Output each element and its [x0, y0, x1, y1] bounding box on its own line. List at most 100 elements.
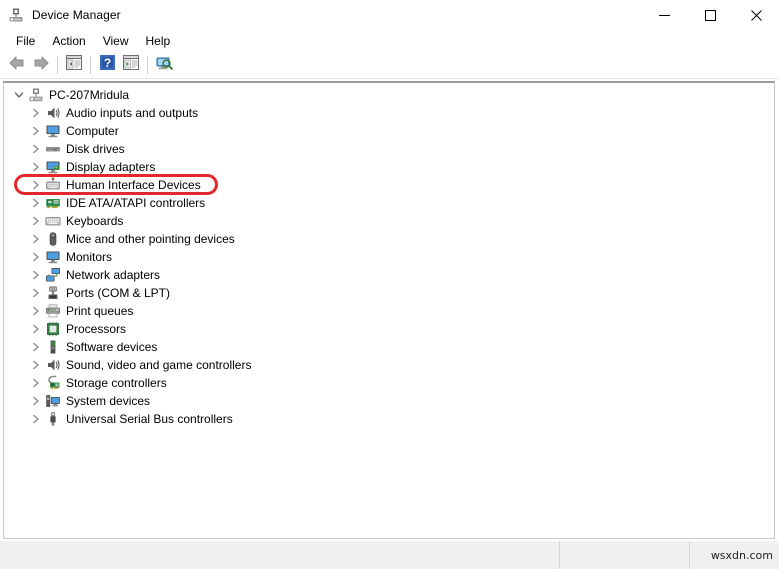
toolbar-separator-2: [90, 56, 91, 74]
chevron-right-icon[interactable]: [29, 393, 43, 409]
question-mark-icon: ?: [99, 55, 115, 75]
chevron-right-icon[interactable]: [29, 159, 43, 175]
menu-file[interactable]: File: [8, 31, 44, 51]
display-adapter-icon: [45, 159, 61, 175]
menu-action[interactable]: Action: [44, 31, 94, 51]
tree-item-label: Disk drives: [66, 142, 125, 156]
storage-controller-icon: [45, 375, 61, 391]
chevron-right-icon[interactable]: [29, 375, 43, 391]
chevron-right-icon[interactable]: [29, 285, 43, 301]
forward-button[interactable]: [29, 54, 53, 76]
ide-controller-icon: [45, 195, 61, 211]
tree-root-node[interactable]: PC-207Mridula: [4, 86, 774, 104]
toolbar-separator-1: [57, 56, 58, 74]
computer-icon: [28, 87, 44, 103]
menu-bar: File Action View Help: [0, 30, 779, 52]
chevron-right-icon[interactable]: [29, 105, 43, 121]
chevron-right-icon[interactable]: [29, 321, 43, 337]
close-button[interactable]: [733, 0, 779, 30]
toolbar: ?: [0, 52, 779, 79]
tree-item-label: Network adapters: [66, 268, 161, 282]
tree-item-processors[interactable]: Processors: [4, 320, 774, 338]
tree-item-system-devices[interactable]: System devices: [4, 392, 774, 410]
tree-root-label: PC-207Mridula: [49, 88, 130, 102]
tree-item-ide-ata-atapi-controllers[interactable]: IDE ATA/ATAPI controllers: [4, 194, 774, 212]
tree-item-label: Processors: [66, 322, 127, 336]
chevron-right-icon[interactable]: [29, 177, 43, 193]
device-manager-icon: [8, 7, 24, 23]
tree-item-ports[interactable]: Ports (COM & LPT): [4, 284, 774, 302]
chevron-down-icon[interactable]: [12, 87, 26, 103]
tree-item-universal-serial-bus-controllers[interactable]: Universal Serial Bus controllers: [4, 410, 774, 428]
tree-item-label: IDE ATA/ATAPI controllers: [66, 196, 206, 210]
tree-item-computer[interactable]: Computer: [4, 122, 774, 140]
properties-button[interactable]: [119, 54, 143, 76]
chevron-right-icon[interactable]: [29, 303, 43, 319]
maximize-button[interactable]: [687, 0, 733, 30]
tree-item-label: Storage controllers: [66, 376, 167, 390]
status-pane-message: [0, 541, 560, 569]
menu-view[interactable]: View: [95, 31, 138, 51]
console-tree-icon: [66, 55, 82, 75]
disk-drive-icon: [45, 141, 61, 157]
chevron-right-icon[interactable]: [29, 213, 43, 229]
network-adapter-icon: [45, 267, 61, 283]
tree-item-keyboards[interactable]: Keyboards: [4, 212, 774, 230]
window-controls: [641, 0, 779, 30]
tree-item-label: Audio inputs and outputs: [66, 106, 199, 120]
tree-item-label: Monitors: [66, 250, 113, 264]
tree-item-label: Human Interface Devices: [66, 178, 201, 192]
monitor-icon: [45, 123, 61, 139]
tree-item-display-adapters[interactable]: Display adapters: [4, 158, 774, 176]
tree-item-label: Universal Serial Bus controllers: [66, 412, 233, 426]
properties-icon: [123, 55, 139, 75]
menu-help[interactable]: Help: [138, 31, 180, 51]
tree-item-label: Computer: [66, 124, 119, 138]
speaker-icon: [45, 105, 61, 121]
chevron-right-icon[interactable]: [29, 357, 43, 373]
chevron-right-icon[interactable]: [29, 249, 43, 265]
watermark-text: wsxdn.com: [710, 548, 773, 562]
status-bar: wsxdn.com: [0, 541, 779, 569]
tree-item-audio-inputs-and-outputs[interactable]: Audio inputs and outputs: [4, 104, 774, 122]
mouse-icon: [45, 231, 61, 247]
tree-item-label: Print queues: [66, 304, 134, 318]
software-device-icon: [45, 339, 61, 355]
scan-for-hardware-changes-button[interactable]: [152, 54, 176, 76]
hid-icon: [45, 177, 61, 193]
chevron-right-icon[interactable]: [29, 195, 43, 211]
tree-item-disk-drives[interactable]: Disk drives: [4, 140, 774, 158]
chevron-right-icon[interactable]: [29, 231, 43, 247]
tree-item-label: Display adapters: [66, 160, 156, 174]
tree-item-network-adapters[interactable]: Network adapters: [4, 266, 774, 284]
chevron-right-icon[interactable]: [29, 339, 43, 355]
minimize-button[interactable]: [641, 0, 687, 30]
back-button[interactable]: [5, 54, 29, 76]
tree-item-software-devices[interactable]: Software devices: [4, 338, 774, 356]
help-button[interactable]: ?: [95, 54, 119, 76]
usb-icon: [45, 411, 61, 427]
system-device-icon: [45, 393, 61, 409]
tree-item-print-queues[interactable]: Print queues: [4, 302, 774, 320]
device-tree: PC-207Mridula Audio inputs and outputs C…: [4, 83, 774, 428]
show-hide-console-tree-button[interactable]: [62, 54, 86, 76]
chevron-right-icon[interactable]: [29, 411, 43, 427]
title-bar: Device Manager: [0, 0, 779, 30]
tree-item-sound-video-and-game-controllers[interactable]: Sound, video and game controllers: [4, 356, 774, 374]
back-arrow-icon: [8, 55, 26, 76]
tree-item-mice-and-other-pointing-devices[interactable]: Mice and other pointing devices: [4, 230, 774, 248]
tree-item-label: Software devices: [66, 340, 158, 354]
scan-hardware-icon: [155, 55, 173, 76]
tree-item-monitors[interactable]: Monitors: [4, 248, 774, 266]
chevron-right-icon[interactable]: [29, 267, 43, 283]
chevron-right-icon[interactable]: [29, 141, 43, 157]
keyboard-icon: [45, 213, 61, 229]
chevron-right-icon[interactable]: [29, 123, 43, 139]
printer-icon: [45, 303, 61, 319]
device-tree-panel[interactable]: PC-207Mridula Audio inputs and outputs C…: [3, 81, 775, 539]
tree-item-storage-controllers[interactable]: Storage controllers: [4, 374, 774, 392]
status-pane-secondary: [560, 541, 690, 569]
tree-item-human-interface-devices[interactable]: Human Interface Devices: [4, 176, 774, 194]
speaker-icon: [45, 357, 61, 373]
tree-item-label: Mice and other pointing devices: [66, 232, 235, 246]
